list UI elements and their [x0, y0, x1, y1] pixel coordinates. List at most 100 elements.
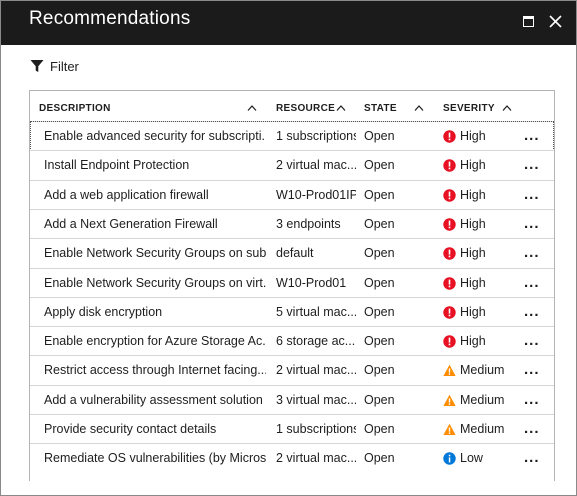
row-description: Enable Network Security Groups on virt..… [44, 275, 266, 290]
more-options-button[interactable]: ... [524, 450, 544, 467]
row-severity: High [460, 304, 486, 319]
row-state: Open [364, 129, 395, 143]
error-icon [443, 276, 456, 290]
title-bar: Recommendations [1, 1, 576, 45]
row-description: Enable advanced security for subscripti.… [44, 129, 266, 143]
row-resource: 1 subscriptions [276, 129, 356, 143]
row-description: Apply disk encryption [44, 304, 163, 319]
row-state: Open [364, 275, 395, 290]
row-severity: Medium [460, 422, 505, 436]
sort-chevron-icon[interactable] [502, 105, 512, 111]
row-severity: High [460, 334, 486, 349]
table-row[interactable]: Enable advanced security for subscripti.… [30, 121, 554, 151]
table-row[interactable]: Apply disk encryption 5 virtual mac... Ope… [30, 296, 554, 327]
row-state: Open [364, 158, 395, 173]
row-description: Enable encryption for Azure Storage Ac..… [44, 334, 266, 349]
more-options-button[interactable]: ... [524, 362, 544, 379]
error-icon [443, 247, 456, 260]
column-header-state[interactable]: STATE [364, 103, 397, 114]
table-row[interactable]: Remediate OS vulnerabilities (by Micros.… [30, 443, 554, 473]
row-state: Open [364, 216, 395, 231]
table-row[interactable]: Install Endpoint Protection 2 virtual mac… [30, 150, 554, 180]
row-severity: High [460, 275, 486, 290]
error-icon [443, 130, 456, 143]
table-row[interactable]: Restrict access through Internet facing.… [30, 355, 554, 385]
row-state: Open [364, 451, 395, 466]
error-icon [443, 188, 456, 202]
more-options-button[interactable]: ... [524, 245, 544, 262]
table-row[interactable]: Add a vulnerability assessment solution 3… [30, 384, 554, 415]
error-icon [443, 159, 456, 172]
recommendations-grid: DESCRIPTION RESOURCE STATE SEVERITY Enab… [29, 90, 555, 481]
row-severity: Medium [460, 392, 505, 407]
row-description: Remediate OS vulnerabilities (by Micros.… [44, 451, 266, 466]
row-severity: High [460, 158, 486, 173]
warning-icon [443, 364, 456, 377]
recommendations-blade: Recommendations Filter DESCRIPTION RESOU… [0, 0, 577, 496]
row-severity: High [460, 216, 486, 231]
table-row[interactable]: Provide security contact details 1 subscr… [30, 414, 554, 444]
error-icon [443, 306, 456, 319]
error-icon [443, 218, 456, 231]
filter-label: Filter [50, 58, 79, 74]
more-options-button[interactable]: ... [524, 157, 544, 174]
command-bar: Filter [1, 45, 576, 85]
row-state: Open [364, 304, 395, 319]
table-row[interactable]: Add a Next Generation Firewall 3 endpoint… [30, 208, 554, 239]
table-row[interactable]: Enable encryption for Azure Storage Ac..… [30, 326, 554, 356]
more-options-button[interactable]: ... [524, 333, 544, 350]
close-icon [549, 15, 562, 28]
table-row[interactable]: Enable Network Security Groups on virt..… [30, 267, 554, 298]
more-options-button[interactable]: ... [524, 128, 544, 145]
row-resource: W10-Prod01 [276, 275, 347, 290]
filter-button[interactable]: Filter [30, 56, 79, 76]
close-button[interactable] [546, 11, 566, 31]
table-row[interactable]: Enable Network Security Groups on sub...… [30, 238, 554, 268]
more-options-button[interactable]: ... [524, 392, 544, 409]
row-resource: 1 subscriptions [276, 422, 356, 436]
filter-icon [30, 60, 44, 72]
sort-chevron-icon[interactable] [414, 105, 424, 111]
row-description: Add a Next Generation Firewall [44, 216, 218, 231]
more-options-button[interactable]: ... [524, 216, 544, 233]
row-description: Enable Network Security Groups on sub... [44, 246, 266, 261]
sort-chevron-icon[interactable] [247, 105, 257, 111]
more-options-button[interactable]: ... [524, 304, 544, 321]
row-resource: 5 virtual mac... [276, 304, 356, 319]
row-resource: W10-Prod01IP [276, 187, 356, 202]
column-header-description[interactable]: DESCRIPTION [39, 103, 111, 114]
row-description: Provide security contact details [44, 422, 217, 436]
row-severity: High [460, 246, 486, 261]
row-resource: 6 storage ac... [276, 334, 356, 349]
row-severity: High [460, 187, 486, 202]
row-severity: Medium [460, 363, 505, 378]
error-icon [443, 335, 456, 348]
row-state: Open [364, 363, 395, 378]
row-description: Add a web application firewall [44, 187, 209, 202]
row-description: Install Endpoint Protection [44, 158, 190, 173]
column-header-resource[interactable]: RESOURCE [276, 103, 335, 114]
warning-icon [443, 423, 456, 436]
more-options-button[interactable]: ... [524, 187, 544, 204]
row-resource: 2 virtual mac... [276, 363, 356, 378]
more-options-button[interactable]: ... [524, 275, 544, 292]
table-row[interactable]: Add a web application firewall W10-Prod01… [30, 179, 554, 210]
row-state: Open [364, 334, 395, 349]
row-resource: 2 virtual mac... [276, 451, 356, 466]
row-state: Open [364, 187, 395, 202]
table-header: DESCRIPTION RESOURCE STATE SEVERITY [30, 91, 554, 121]
blade-title: Recommendations [29, 8, 191, 29]
row-description: Add a vulnerability assessment solution [44, 392, 263, 407]
row-severity: Low [460, 451, 483, 466]
column-header-severity[interactable]: SEVERITY [443, 103, 495, 114]
row-state: Open [364, 392, 395, 407]
maximize-icon [523, 16, 534, 27]
row-severity: High [460, 129, 486, 143]
sort-chevron-icon[interactable] [336, 105, 346, 111]
row-state: Open [364, 422, 395, 436]
row-resource: 3 virtual mac... [276, 392, 356, 407]
info-icon [443, 452, 456, 465]
more-options-button[interactable]: ... [524, 421, 544, 438]
warning-icon [443, 394, 456, 407]
maximize-button[interactable] [519, 11, 539, 31]
